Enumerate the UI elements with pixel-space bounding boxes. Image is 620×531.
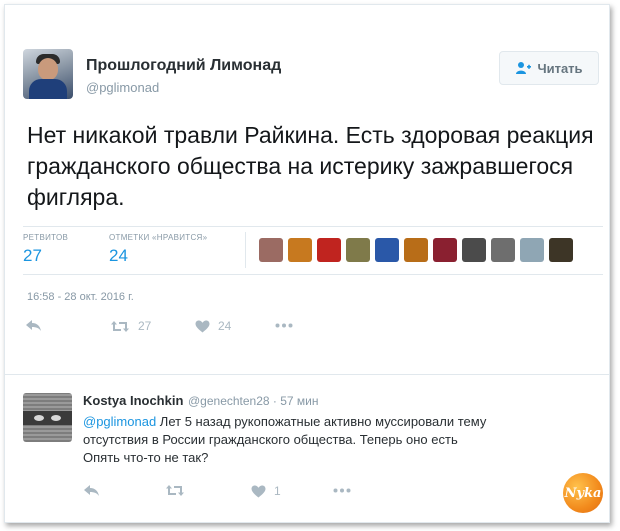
avatar-eye	[51, 415, 61, 421]
likes-label[interactable]: ОТМЕТКИ «НРАВИТСЯ»	[109, 233, 207, 242]
author-name[interactable]: Прошлогодний Лимонад	[86, 57, 281, 75]
liker-avatar[interactable]	[462, 238, 486, 262]
divider	[23, 226, 603, 227]
liker-avatar[interactable]	[520, 238, 544, 262]
more-icon	[275, 323, 293, 328]
liker-avatar[interactable]	[346, 238, 370, 262]
avatar-eye	[34, 415, 44, 421]
reply-reply-action[interactable]	[83, 484, 100, 497]
reply-text: @pglimonad Лет 5 назад рукопожатные акти…	[83, 413, 553, 467]
reply-more-action[interactable]	[333, 488, 351, 493]
author-handle[interactable]: @pglimonad	[86, 80, 159, 95]
more-icon	[333, 488, 351, 493]
follow-button-label: Читать	[537, 60, 583, 76]
retweet-icon	[111, 320, 129, 332]
retweets-label[interactable]: РЕТВИТОВ	[23, 233, 68, 242]
author-avatar[interactable]	[23, 49, 73, 99]
liker-avatar[interactable]	[404, 238, 428, 262]
likes-count[interactable]: 24	[109, 246, 128, 266]
retweet-icon	[166, 485, 184, 496]
watermark-logo: Nyka	[563, 473, 603, 513]
heart-icon	[195, 320, 210, 332]
reply-like-count: 1	[274, 484, 281, 498]
reply-retweet-action[interactable]	[165, 484, 185, 497]
heart-icon	[251, 485, 266, 497]
tweet-text: Нет никакой травли Райкина. Есть здорова…	[27, 122, 594, 210]
liker-avatar[interactable]	[317, 238, 341, 262]
retweets-count[interactable]: 27	[23, 246, 42, 266]
avatar-face	[38, 58, 58, 80]
liker-avatar[interactable]	[491, 238, 515, 262]
avatar-band	[23, 411, 72, 425]
add-user-icon	[516, 62, 532, 74]
reply-icon	[26, 320, 41, 331]
tweet-timestamp[interactable]: 16:58 - 28 окт. 2016 г.	[27, 291, 134, 303]
divider	[5, 374, 609, 375]
like-action[interactable]: 24	[195, 319, 231, 333]
retweet-count: 27	[138, 319, 152, 333]
liker-avatar[interactable]	[433, 238, 457, 262]
retweet-action[interactable]: 27	[110, 319, 151, 333]
stats-divider	[245, 232, 246, 268]
liker-avatars	[259, 238, 573, 262]
like-count: 24	[218, 319, 232, 333]
more-action[interactable]	[275, 323, 293, 328]
reply-icon	[84, 485, 99, 496]
divider	[23, 274, 603, 275]
liker-avatar[interactable]	[259, 238, 283, 262]
liker-avatar[interactable]	[549, 238, 573, 262]
reply-action[interactable]	[25, 319, 42, 332]
reply-text-line: Лет 5 назад рукопожатные активно муссиро…	[156, 414, 487, 429]
liker-avatar[interactable]	[375, 238, 399, 262]
reply-text-line: Опять что-то не так?	[83, 450, 209, 465]
reply-text-line: отсутствия в России гражданского обществ…	[83, 432, 458, 447]
reply-like-action[interactable]: 1	[251, 484, 281, 498]
reply-author-name[interactable]: Kostya Inochkin	[83, 393, 183, 408]
reply-author-meta[interactable]: @genechten28 · 57 мин	[188, 394, 319, 408]
tweet-card: Прошлогодний Лимонад @pglimonad Читать Н…	[4, 4, 610, 523]
avatar-body	[29, 79, 67, 99]
reply-author-avatar[interactable]	[23, 393, 72, 442]
follow-button[interactable]: Читать	[499, 51, 599, 85]
liker-avatar[interactable]	[288, 238, 312, 262]
reply-mention-link[interactable]: @pglimonad	[83, 414, 156, 429]
